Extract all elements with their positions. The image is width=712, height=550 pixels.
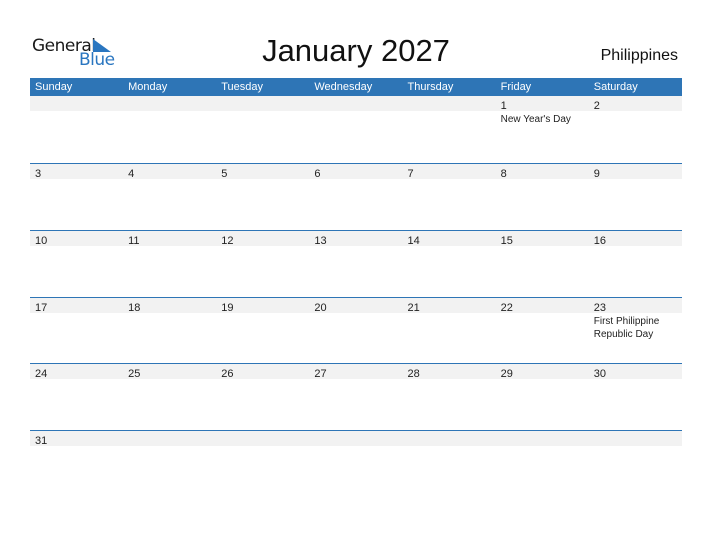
day-cell: 12	[216, 231, 309, 247]
day-number: 21	[407, 302, 420, 314]
holiday-label: First Philippine Republic Day	[593, 316, 660, 340]
day-cell: 14	[403, 231, 496, 247]
day-cell: 1 New Year's Day	[496, 96, 589, 125]
day-cell: 8	[496, 164, 589, 180]
day-number: 13	[314, 235, 327, 247]
day-number: 28	[407, 368, 420, 380]
calendar-week: 24 25 26 27 28 29 30	[30, 363, 682, 380]
day-cell: 28	[403, 364, 496, 380]
week-day-number-row: 3 4 5 6 7 8 9	[30, 164, 682, 180]
day-cell: 13	[309, 231, 402, 247]
weekday-wednesday: Wednesday	[314, 81, 373, 93]
day-cell	[403, 431, 496, 446]
day-cell: 20	[309, 298, 402, 314]
day-number: 19	[221, 302, 234, 314]
week-day-number-row: 17 18 19 20 21 22 23 First Philippine Republic …	[30, 298, 682, 340]
weekday-sunday: Sunday	[35, 81, 73, 93]
day-number: 15	[500, 235, 513, 247]
weekday-monday: Monday	[128, 81, 168, 93]
day-cell: 31	[30, 431, 123, 447]
day-number: 18	[128, 302, 141, 314]
day-number: 27	[314, 368, 327, 380]
day-cell: 21	[403, 298, 496, 314]
holiday-label: New Year's Day	[500, 114, 571, 125]
calendar-week: 3 4 5 6 7 8 9	[30, 163, 682, 180]
day-number: 12	[221, 235, 234, 247]
day-cell: 25	[123, 364, 216, 380]
day-number: 25	[128, 368, 141, 380]
day-cell: 27	[309, 364, 402, 380]
day-cell	[216, 96, 309, 111]
day-cell: 29	[496, 364, 589, 380]
day-cell: 16	[589, 231, 682, 247]
day-number: 10	[35, 235, 48, 247]
day-number: 26	[221, 368, 234, 380]
day-cell: 3	[30, 164, 123, 180]
day-number: 11	[128, 235, 140, 247]
day-number: 14	[407, 235, 420, 247]
day-number: 22	[500, 302, 513, 314]
day-number: 1	[500, 100, 507, 112]
calendar-week: 10 11 12 13 14 15 16	[30, 230, 682, 247]
day-number: 20	[314, 302, 327, 314]
day-cell: 10	[30, 231, 123, 247]
day-cell	[496, 431, 589, 446]
day-number: 31	[35, 435, 48, 447]
week-day-number-row: 10 11 12 13 14 15 16	[30, 231, 682, 247]
day-number: 4	[128, 168, 135, 180]
calendar-week: 17 18 19 20 21 22 23 First Philippine Republic …	[30, 297, 682, 340]
day-cell	[589, 431, 682, 446]
calendar-week: 31	[30, 430, 682, 447]
day-cell: 5	[216, 164, 309, 180]
day-cell: 23 First Philippine Republic Day	[589, 298, 682, 340]
day-number: 9	[593, 168, 600, 180]
day-cell	[403, 96, 496, 111]
day-number: 24	[35, 368, 48, 380]
weekday-thursday: Thursday	[407, 81, 454, 93]
day-cell: 30	[589, 364, 682, 380]
day-cell	[30, 96, 123, 111]
weekday-tuesday: Tuesday	[221, 81, 264, 93]
day-number: 30	[593, 368, 606, 380]
weekday-saturday: Saturday	[593, 81, 638, 93]
week-day-number-row: 31	[30, 431, 682, 447]
country-label: Philippines	[600, 47, 678, 64]
day-number: 7	[407, 168, 414, 180]
day-cell: 19	[216, 298, 309, 314]
day-cell: 18	[123, 298, 216, 314]
day-number: 5	[221, 168, 228, 180]
day-cell: 2	[589, 96, 682, 112]
day-cell: 11	[123, 231, 216, 247]
day-number: 6	[314, 168, 321, 180]
day-number: 16	[593, 235, 606, 247]
day-cell	[123, 96, 216, 111]
day-cell	[309, 96, 402, 111]
day-cell: 7	[403, 164, 496, 180]
day-cell: 4	[123, 164, 216, 180]
week-day-number-row: 24 25 26 27 28 29 30	[30, 364, 682, 380]
day-cell	[309, 431, 402, 446]
day-number: 3	[35, 168, 42, 180]
day-number: 17	[35, 302, 48, 314]
day-cell: 9	[589, 164, 682, 180]
day-cell: 24	[30, 364, 123, 380]
weekday-friday: Friday	[500, 81, 532, 93]
day-cell: 26	[216, 364, 309, 380]
calendar-week: 1 New Year's Day 2	[30, 96, 682, 125]
day-cell: 15	[496, 231, 589, 247]
day-number: 2	[593, 100, 600, 112]
day-cell: 6	[309, 164, 402, 180]
day-cell	[123, 431, 216, 446]
day-number: 29	[500, 368, 513, 380]
week-day-number-row: 1 New Year's Day 2	[30, 96, 682, 125]
day-number: 8	[500, 168, 507, 180]
day-cell: 17	[30, 298, 123, 314]
day-cell: 22	[496, 298, 589, 314]
day-number: 23	[593, 302, 606, 314]
day-cell	[216, 431, 309, 446]
weekday-header: Sunday Monday Tuesday Wednesday Thursday…	[30, 78, 682, 96]
